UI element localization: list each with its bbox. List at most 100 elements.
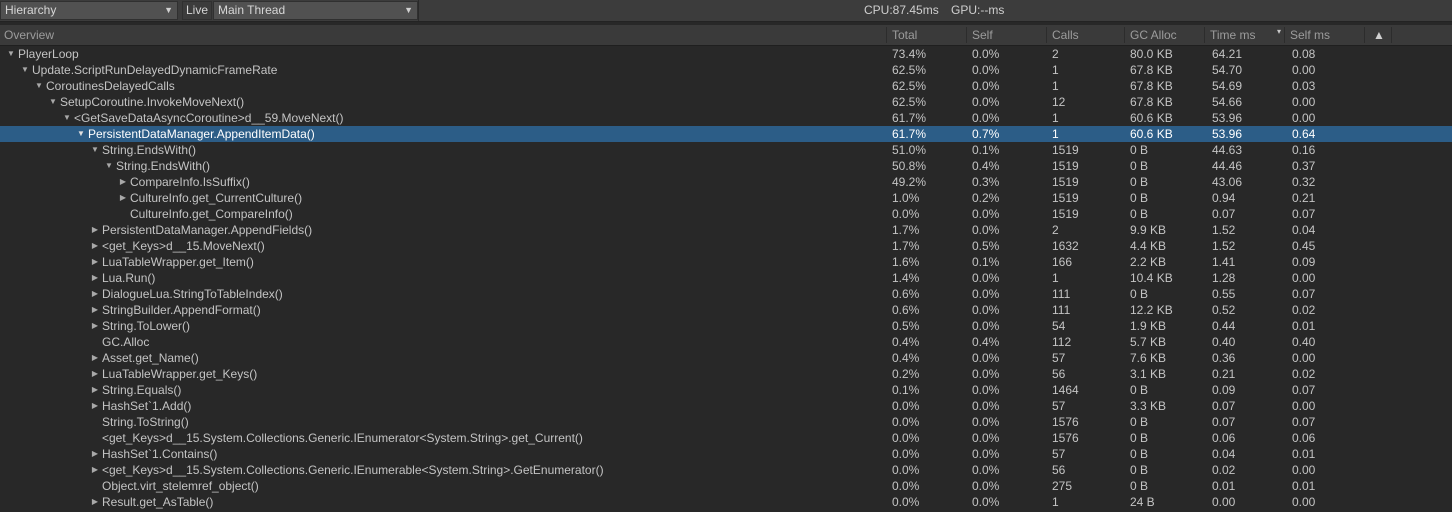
table-row[interactable]: ▶ CompareInfo.IsSuffix() 49.2% 0.3% 1519 0 B 4… [0,174,1452,190]
calls-cell: 111 [1052,303,1071,317]
header-self[interactable]: Self [968,25,1046,45]
table-row[interactable]: ▼ PersistentDataManager.AppendItemData() 6… [0,126,1452,142]
collapsed-arrow-icon[interactable]: ▶ [88,286,102,302]
row-name: PersistentDataManager.AppendItemData() [88,127,315,141]
self-ms-cell: 0.07 [1292,383,1316,397]
self-ms-cell: 0.06 [1292,431,1316,445]
table-row[interactable]: ▼ SetupCoroutine.InvokeMoveNext() 62.5% 0.0… [0,94,1452,110]
header-total[interactable]: Total [888,25,966,45]
time-ms-cell: 54.70 [1212,63,1243,77]
row-name-cell: ▶ LuaTableWrapper.get_Item() [0,254,880,270]
table-row[interactable]: ▶ HashSet`1.Add() 0.0% 0.0% 57 3.3 KB 0.07 0.00 [0,398,1452,414]
column-divider[interactable] [1124,27,1125,43]
thread-dropdown[interactable]: Main Thread ▼ [213,1,418,20]
collapsed-arrow-icon[interactable]: ▶ [88,350,102,366]
header-self-ms[interactable]: Self ms [1286,25,1364,45]
table-row[interactable]: GC.Alloc 0.4% 0.4% 112 5.7 KB 0.40 0.40 [0,334,1452,350]
collapsed-arrow-icon[interactable]: ▶ [88,382,102,398]
table-row[interactable]: ▶ PersistentDataManager.AppendFields() 1.7… [0,222,1452,238]
table-row[interactable]: ▼ String.EndsWith() 51.0% 0.1% 1519 0 B 44.63 0… [0,142,1452,158]
collapsed-arrow-icon[interactable]: ▶ [88,366,102,382]
expanded-arrow-icon[interactable]: ▼ [4,46,18,62]
column-divider[interactable] [1364,27,1365,43]
expanded-arrow-icon[interactable]: ▼ [60,110,74,126]
row-name: <GetSaveDataAsyncCoroutine>d__59.MoveNex… [74,111,344,125]
table-row[interactable]: ▼ <GetSaveDataAsyncCoroutine>d__59.MoveNe… [0,110,1452,126]
table-row[interactable]: ▶ StringBuilder.AppendFormat() 0.6% 0.0% 111… [0,302,1452,318]
header-gc-alloc[interactable]: GC Alloc [1126,25,1204,45]
self-cell: 0.0% [972,95,1000,109]
table-row[interactable]: ▶ <get_Keys>d__15.System.Collections.Gene… [0,462,1452,478]
collapsed-arrow-icon[interactable]: ▶ [88,462,102,478]
calls-cell: 1 [1052,79,1059,93]
table-row[interactable]: ▶ <get_Keys>d__15.MoveNext() 1.7% 0.5% 1632 4… [0,238,1452,254]
column-divider[interactable] [886,27,887,43]
collapsed-arrow-icon[interactable]: ▶ [88,446,102,462]
table-row[interactable]: CultureInfo.get_CompareInfo() 0.0% 0.0% 151… [0,206,1452,222]
cpu-time-label: CPU:87.45ms [864,3,939,17]
table-row[interactable]: ▼ String.EndsWith() 50.8% 0.4% 1519 0 B 44.46 0… [0,158,1452,174]
row-name-cell: ▼ CoroutinesDelayedCalls [0,78,880,94]
calls-cell: 1519 [1052,159,1079,173]
column-divider[interactable] [966,27,967,43]
sort-descending-icon: ▾ [1276,27,1281,36]
table-row[interactable]: ▶ String.Equals() 0.1% 0.0% 1464 0 B 0.09 0.07 [0,382,1452,398]
live-toggle-button[interactable]: Live [182,1,212,20]
table-row[interactable]: ▶ LuaTableWrapper.get_Keys() 0.2% 0.0% 56 3.1… [0,366,1452,382]
collapsed-arrow-icon[interactable]: ▶ [88,398,102,414]
column-divider[interactable] [1284,27,1285,43]
table-row[interactable]: ▼ Update.ScriptRunDelayedDynamicFrameRate… [0,62,1452,78]
column-divider[interactable] [1391,27,1392,43]
gc-alloc-cell: 0 B [1130,463,1149,477]
collapsed-arrow-icon[interactable]: ▶ [116,190,130,206]
table-row[interactable]: ▶ Asset.get_Name() 0.4% 0.0% 57 7.6 KB 0.36 0.0… [0,350,1452,366]
gc-alloc-cell: 0 B [1130,207,1149,221]
table-row[interactable]: <get_Keys>d__15.System.Collections.Gener… [0,430,1452,446]
table-row[interactable]: ▶ Result.get_AsTable() 0.0% 0.0% 1 24 B 0.00 0.… [0,494,1452,510]
collapsed-arrow-icon[interactable]: ▶ [88,302,102,318]
column-divider[interactable] [1204,27,1205,43]
expanded-arrow-icon[interactable]: ▼ [32,78,46,94]
gc-alloc-cell: 0 B [1130,191,1149,205]
column-divider[interactable] [1046,27,1047,43]
table-row[interactable]: ▶ DialogueLua.StringToTableIndex() 0.6% 0.0… [0,286,1452,302]
table-row[interactable]: Object.virt_stelemref_object() 0.0% 0.0% 27… [0,478,1452,494]
calls-cell: 1632 [1052,239,1079,253]
row-name: LuaTableWrapper.get_Item() [102,255,254,269]
collapsed-arrow-icon[interactable]: ▶ [88,222,102,238]
gc-alloc-cell: 3.3 KB [1130,399,1167,413]
collapsed-arrow-icon[interactable]: ▶ [88,254,102,270]
table-row[interactable]: ▼ PlayerLoop 73.4% 0.0% 2 80.0 KB 64.21 0.08 [0,46,1452,62]
expanded-arrow-icon[interactable]: ▼ [88,142,102,158]
total-cell: 62.5% [892,95,927,109]
table-row[interactable]: ▼ CoroutinesDelayedCalls 62.5% 0.0% 1 67.8 KB… [0,78,1452,94]
collapsed-arrow-icon[interactable]: ▶ [88,270,102,286]
row-name: String.Equals() [102,383,182,397]
collapsed-arrow-icon[interactable]: ▶ [88,318,102,334]
header-calls[interactable]: Calls [1048,25,1124,45]
row-name-cell: ▶ String.Equals() [0,382,880,398]
collapsed-arrow-icon[interactable]: ▶ [88,494,102,510]
collapsed-arrow-icon[interactable]: ▶ [88,238,102,254]
total-cell: 0.4% [892,351,920,365]
column-visibility-toggle-icon[interactable]: ▲ [1367,25,1391,45]
total-cell: 50.8% [892,159,927,173]
table-row[interactable]: ▶ HashSet`1.Contains() 0.0% 0.0% 57 0 B 0.04 0.… [0,446,1452,462]
time-ms-cell: 0.44 [1212,319,1236,333]
table-row[interactable]: String.ToString() 0.0% 0.0% 1576 0 B 0.07 0.07 [0,414,1452,430]
table-row[interactable]: ▶ CultureInfo.get_CurrentCulture() 1.0% 0.2… [0,190,1452,206]
expanded-arrow-icon[interactable]: ▼ [46,94,60,110]
view-mode-dropdown[interactable]: Hierarchy ▼ [0,1,178,20]
gc-alloc-cell: 1.9 KB [1130,319,1167,333]
expanded-arrow-icon[interactable]: ▼ [74,126,88,142]
header-overview[interactable]: Overview [0,25,886,45]
table-row[interactable]: ▶ LuaTableWrapper.get_Item() 1.6% 0.1% 166 2.… [0,254,1452,270]
calls-cell: 1519 [1052,191,1079,205]
table-row[interactable]: ▶ Lua.Run() 1.4% 0.0% 1 10.4 KB 1.28 0.00 [0,270,1452,286]
collapsed-arrow-icon[interactable]: ▶ [116,174,130,190]
table-row[interactable]: ▶ String.ToLower() 0.5% 0.0% 54 1.9 KB 0.44 0.0… [0,318,1452,334]
header-time-ms[interactable]: Time ms ▾ [1206,25,1284,45]
expanded-arrow-icon[interactable]: ▼ [102,158,116,174]
row-name-cell: ▶ HashSet`1.Contains() [0,446,880,462]
expanded-arrow-icon[interactable]: ▼ [18,62,32,78]
